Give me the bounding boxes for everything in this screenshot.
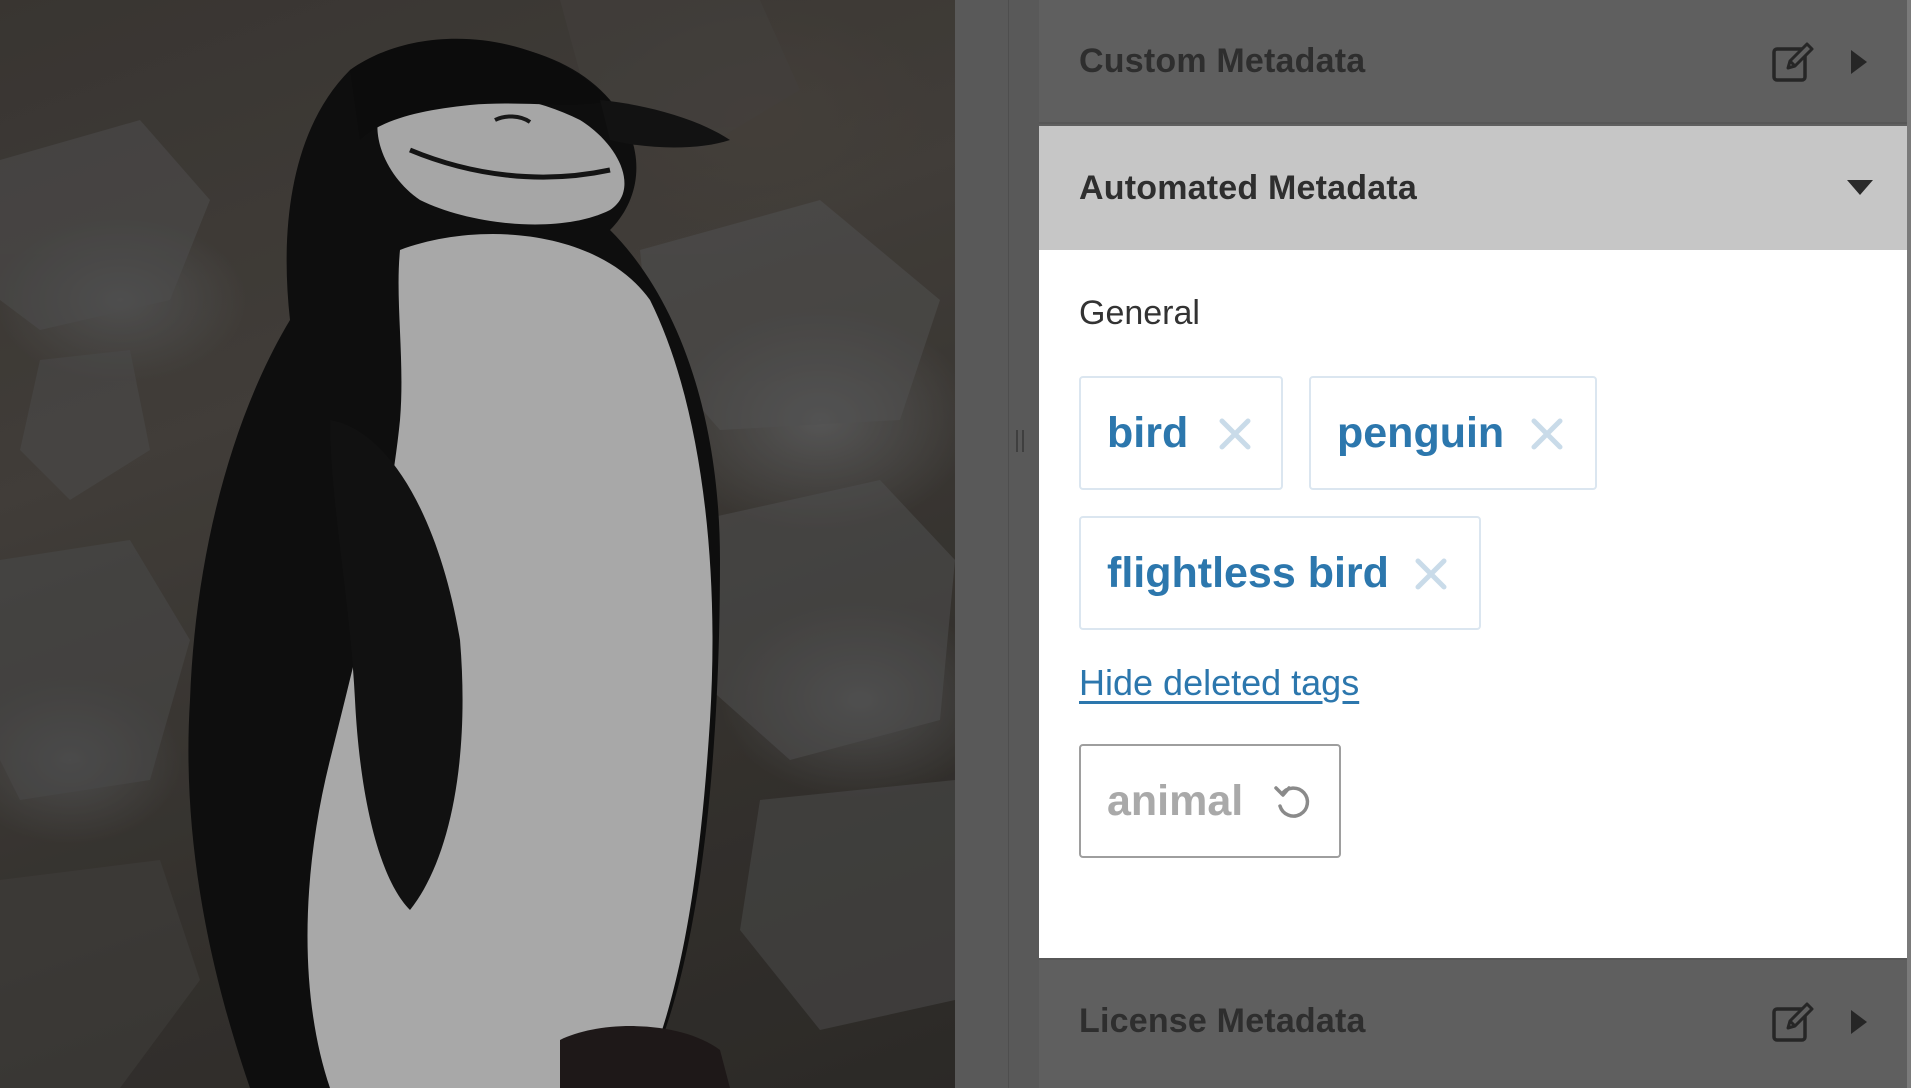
hide-deleted-tags-link[interactable]: Hide deleted tags (1079, 662, 1359, 704)
resize-grip-bar (1016, 430, 1018, 452)
caret-right-icon[interactable] (1851, 1010, 1867, 1034)
splitter-gutter (955, 0, 1039, 1088)
automated-metadata-title: Automated Metadata (1079, 168, 1417, 207)
caret-down-icon[interactable] (1847, 180, 1873, 195)
automated-metadata-header[interactable]: Automated Metadata (1039, 126, 1907, 250)
close-icon[interactable] (1413, 556, 1449, 592)
tag-chip: flightless bird (1079, 516, 1481, 630)
image-preview (0, 0, 955, 1088)
tag-label: flightless bird (1107, 548, 1389, 597)
custom-metadata-title: Custom Metadata (1079, 41, 1366, 80)
deleted-tag-chip: animal (1079, 744, 1341, 858)
restore-icon[interactable] (1273, 782, 1313, 822)
deleted-tag-label: animal (1107, 776, 1244, 825)
resize-handle[interactable] (1016, 430, 1024, 452)
tag-label: bird (1107, 408, 1189, 457)
automated-metadata-body: General bird penguin flightless bird Hid… (1039, 250, 1907, 958)
resize-grip-bar (1022, 430, 1024, 452)
custom-metadata-header[interactable]: Custom Metadata (1039, 0, 1907, 124)
license-metadata-title: License Metadata (1079, 1001, 1366, 1040)
edit-icon[interactable] (1771, 40, 1815, 84)
caret-right-icon[interactable] (1851, 50, 1867, 74)
close-icon[interactable] (1529, 416, 1565, 452)
panel-edge (1907, 0, 1911, 1088)
edit-icon[interactable] (1771, 1000, 1815, 1044)
tag-label: penguin (1337, 408, 1505, 457)
license-metadata-header[interactable]: License Metadata (1039, 958, 1907, 1082)
gutter-divider (1008, 0, 1009, 1088)
tag-chip: bird (1079, 376, 1283, 490)
tag-chip: penguin (1309, 376, 1597, 490)
metadata-panel: Custom Metadata Automated Metadata Gener… (1039, 0, 1907, 1088)
close-icon[interactable] (1217, 416, 1253, 452)
group-title: General (1079, 294, 1200, 332)
penguin-image (0, 0, 955, 1088)
